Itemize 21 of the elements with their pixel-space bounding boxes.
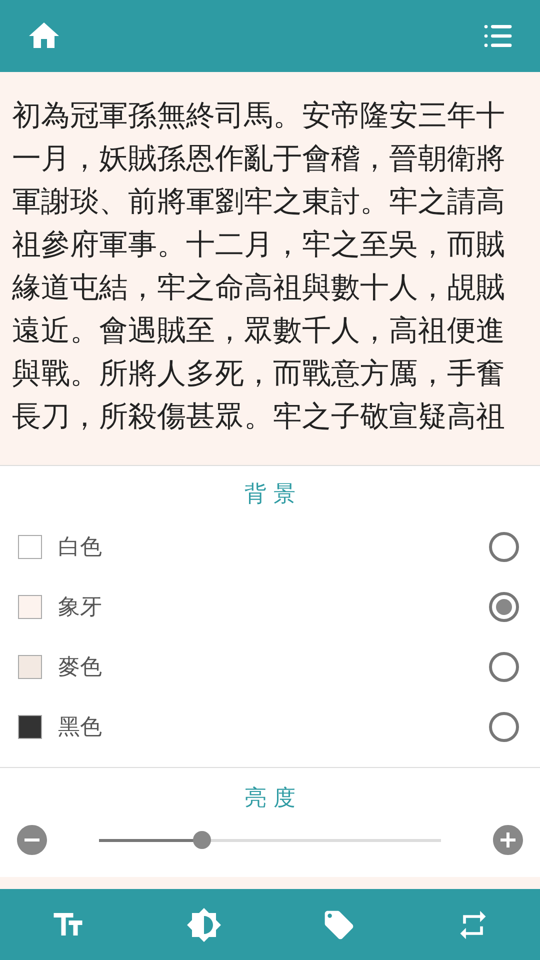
option-label: 黑色	[58, 714, 102, 742]
option-label: 象牙	[58, 594, 102, 622]
brightness-slider[interactable]	[99, 830, 441, 850]
background-option[interactable]: 黑色	[0, 697, 540, 757]
slider-thumb[interactable]	[192, 831, 211, 849]
option-label: 白色	[58, 534, 102, 562]
section-title: 背景	[244, 481, 302, 509]
tag-icon[interactable]	[322, 908, 356, 942]
radio-button[interactable]	[489, 712, 519, 742]
minus-icon[interactable]	[14, 822, 50, 858]
section-title: 亮度	[244, 785, 302, 813]
background-option[interactable]: 象牙	[0, 577, 540, 637]
option-label: 麥色	[58, 654, 102, 682]
plus-icon[interactable]	[490, 822, 526, 858]
background-option[interactable]: 白色	[0, 517, 540, 577]
radio-button[interactable]	[489, 592, 519, 622]
background-option[interactable]: 麥色	[0, 637, 540, 697]
radio-button[interactable]	[489, 652, 519, 682]
radio-button[interactable]	[489, 532, 519, 562]
reading-text: 初為冠軍孫無終司馬。安帝隆安三年十一月，妖賊孫恩作亂于會稽，晉朝衛將軍謝琰、前將軍劉牢之東討。牢之請高祖參府軍事。十二月，牢之至吳，而賊緣道屯結，牢之命高祖與數十人，覘賊遠近。會遇賊至，眾數千人，高祖便進與戰。所將人多死，而戰意方厲，手奮長刀，所殺傷甚眾。牢之子敬宣疑高祖	[12, 97, 506, 435]
brightness-icon[interactable]	[186, 907, 222, 943]
